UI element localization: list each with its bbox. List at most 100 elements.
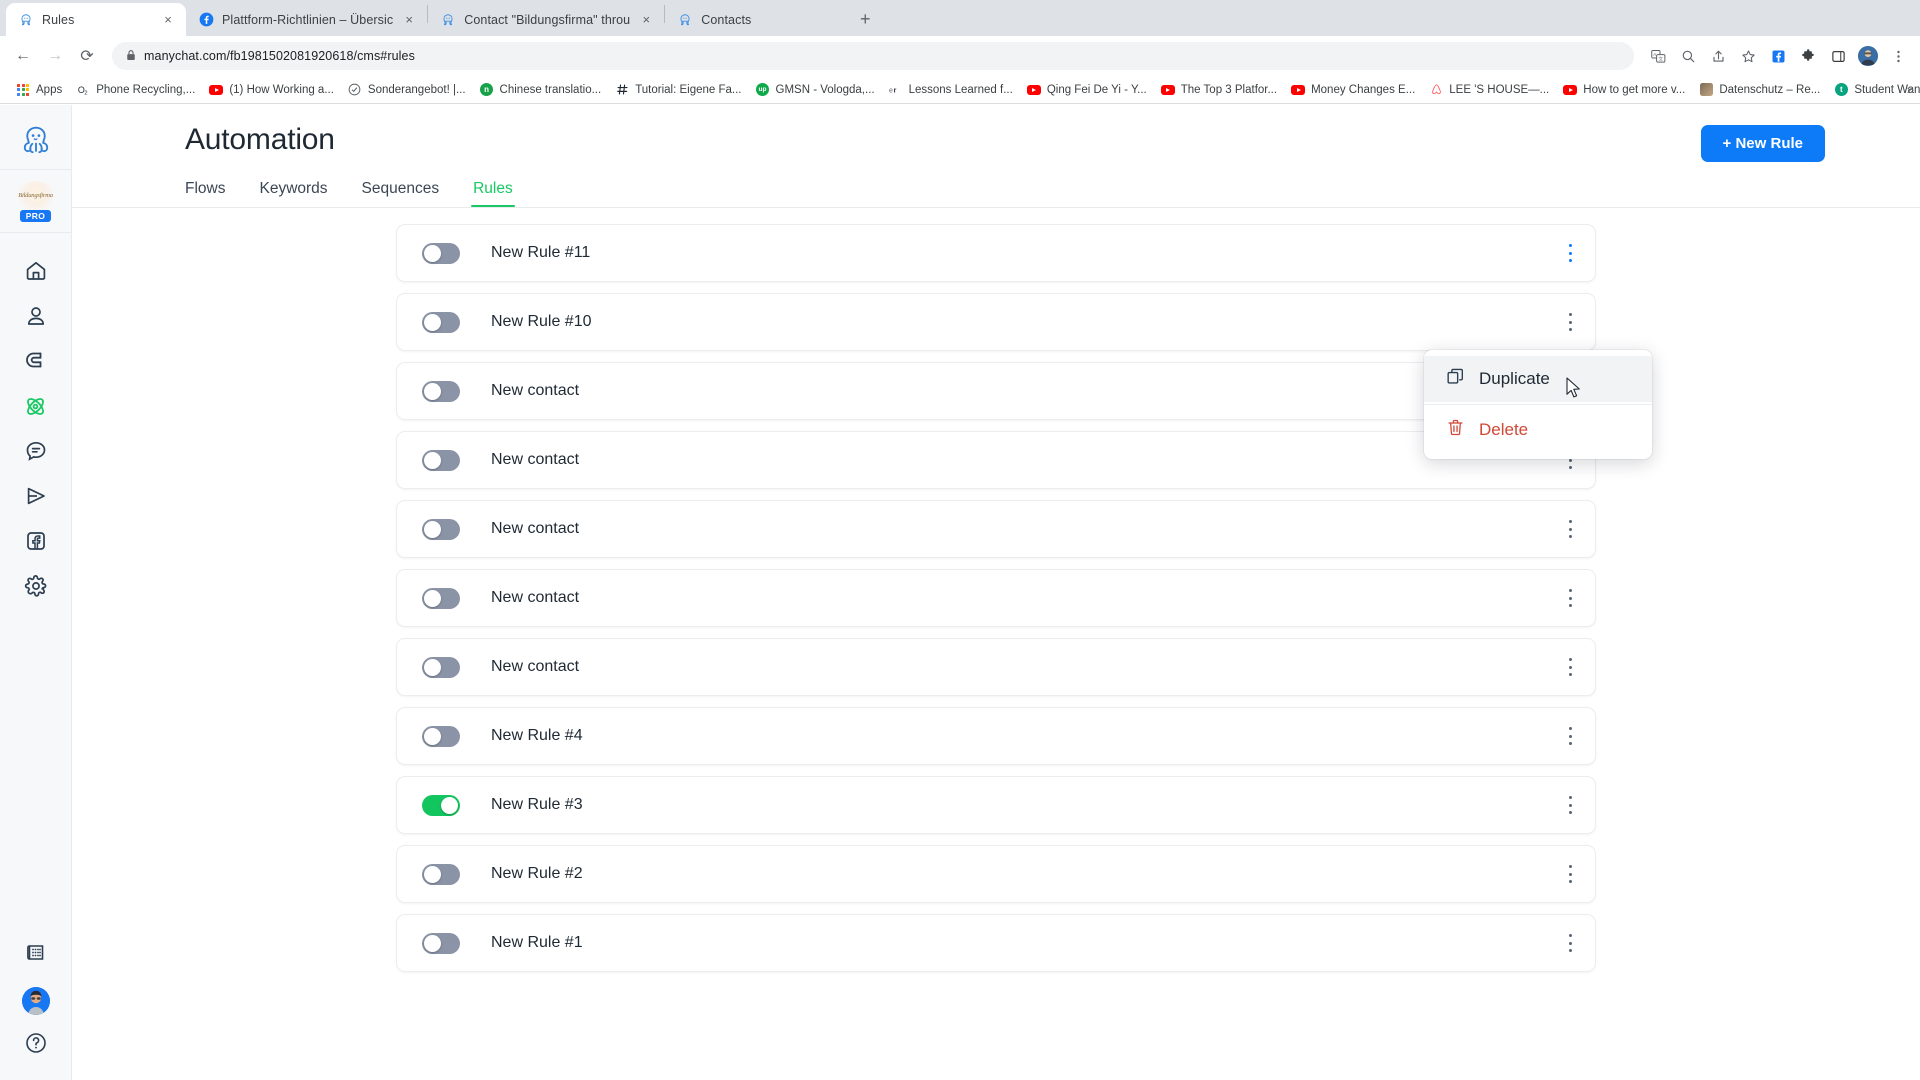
bookmark-datenschutz[interactable]: Datenschutz – Re... <box>1692 80 1827 100</box>
sidebar-item-settings[interactable] <box>0 566 72 611</box>
forward-icon[interactable]: → <box>40 41 70 71</box>
table-row[interactable]: New contact <box>396 431 1596 489</box>
rule-toggle[interactable] <box>422 725 460 747</box>
rule-toggle[interactable] <box>422 794 460 816</box>
rule-menu-icon[interactable] <box>1562 794 1578 816</box>
bookmark-apps[interactable]: Apps <box>9 80 69 100</box>
chrome-menu-icon[interactable] <box>1884 42 1912 70</box>
toggle-knob <box>424 727 441 745</box>
bookmark-money-changes[interactable]: Money Changes E... <box>1284 80 1422 100</box>
rule-menu-icon[interactable] <box>1562 518 1578 540</box>
reload-icon[interactable]: ⟳ <box>72 41 102 71</box>
back-icon[interactable]: ← <box>8 41 38 71</box>
bookmark-how-to-get-more-views[interactable]: How to get more v... <box>1556 80 1692 100</box>
sidebar-item-broadcasting[interactable] <box>0 476 72 521</box>
rule-menu-icon[interactable] <box>1562 311 1578 333</box>
rule-toggle[interactable] <box>422 311 460 333</box>
rule-toggle[interactable] <box>422 656 460 678</box>
table-row[interactable]: New Rule #10 <box>396 293 1596 351</box>
new-tab-button[interactable]: + <box>851 5 879 33</box>
rule-toggle[interactable] <box>422 863 460 885</box>
tab-title: Contacts <box>701 12 752 27</box>
tab-flows[interactable]: Flows <box>185 180 225 207</box>
rule-toggle[interactable] <box>422 932 460 954</box>
table-row[interactable]: New Rule #1 <box>396 914 1596 972</box>
rule-menu-icon[interactable] <box>1562 242 1578 264</box>
tab-sequences[interactable]: Sequences <box>362 180 440 207</box>
sidebar-item-live-chat[interactable] <box>0 431 72 476</box>
context-menu-delete[interactable]: Delete <box>1424 407 1652 453</box>
bookmark-top-3-platforms[interactable]: The Top 3 Platfor... <box>1154 80 1284 100</box>
table-row[interactable]: New Rule #11 <box>396 224 1596 282</box>
sidebar-account-pro[interactable]: Bildungsfirma PRO <box>0 170 72 232</box>
sidebar-item-growth-tools[interactable] <box>0 341 72 386</box>
tab-rules[interactable]: Rules <box>471 180 515 207</box>
share-icon[interactable] <box>1704 42 1732 70</box>
bookmark-lees-house[interactable]: LEE 'S HOUSE—... <box>1422 80 1556 100</box>
browser-tab-rules[interactable]: Rules × <box>6 3 186 36</box>
table-row[interactable]: New contact <box>396 362 1596 420</box>
bookmark-tutorial-eigene-fa[interactable]: Tutorial: Eigene Fa... <box>608 80 748 100</box>
rule-toggle[interactable] <box>422 518 460 540</box>
search-icon[interactable] <box>1674 42 1702 70</box>
rule-menu-icon[interactable] <box>1562 587 1578 609</box>
bookmark-lessons-learned[interactable]: er Lessons Learned f... <box>882 80 1020 100</box>
rule-toggle[interactable] <box>422 449 460 471</box>
browser-tab-contacts[interactable]: Contacts <box>665 3 845 36</box>
manychat-octopus-logo[interactable] <box>0 113 72 169</box>
table-row[interactable]: New Rule #3 <box>396 776 1596 834</box>
rule-toggle[interactable] <box>422 242 460 264</box>
context-menu-duplicate[interactable]: Duplicate <box>1424 356 1652 402</box>
bookmark-qing-fei-de-yi[interactable]: Qing Fei De Yi - Y... <box>1020 80 1154 100</box>
browser-tab-contact-bildungsfirma[interactable]: Contact "Bildungsfirma" throu × <box>428 3 664 36</box>
bookmark-gmsn-vologda[interactable]: up GMSN - Vologda,... <box>749 80 882 100</box>
sidebar-divider <box>0 232 72 233</box>
bookmark-label: Sonderangebot! |... <box>367 83 466 96</box>
rule-toggle[interactable] <box>422 380 460 402</box>
manychat-icon <box>677 12 693 28</box>
rule-menu-icon[interactable] <box>1562 656 1578 678</box>
bookmark-how-working[interactable]: (1) How Working a... <box>202 80 341 100</box>
browser-tab-plattform-richtlinien[interactable]: Plattform-Richtlinien – Übersic × <box>186 3 427 36</box>
table-row[interactable]: New contact <box>396 638 1596 696</box>
table-row[interactable]: New Rule #4 <box>396 707 1596 765</box>
bookmark-sonderangebot[interactable]: Sonderangebot! |... <box>341 80 473 100</box>
toggle-knob <box>424 451 441 469</box>
bookmark-chinese-translation[interactable]: n Chinese translatio... <box>473 80 609 100</box>
tab-keywords[interactable]: Keywords <box>259 180 327 207</box>
toggle-knob <box>424 520 441 538</box>
bookmarks-overflow-icon[interactable]: » <box>1907 82 1914 97</box>
toggle-knob <box>424 382 441 400</box>
sidebar-item-templates[interactable] <box>0 933 72 978</box>
new-rule-button[interactable]: + New Rule <box>1700 125 1825 162</box>
photo-icon <box>1699 83 1713 97</box>
sidebar-item-facebook-settings[interactable] <box>0 521 72 566</box>
tab-close-icon[interactable]: × <box>160 12 176 28</box>
table-row[interactable]: New Rule #2 <box>396 845 1596 903</box>
rule-menu-icon[interactable] <box>1562 932 1578 954</box>
rule-menu-icon[interactable] <box>1562 863 1578 885</box>
sidepanel-icon[interactable] <box>1824 42 1852 70</box>
tab-close-icon[interactable]: × <box>401 12 417 28</box>
bookmark-label: How to get more v... <box>1583 83 1686 96</box>
bookmark-phone-recycling[interactable]: O2 Phone Recycling,... <box>69 80 202 100</box>
sidebar-item-automation[interactable] <box>0 386 72 431</box>
profile-avatar-icon[interactable] <box>1854 42 1882 70</box>
browser-window: Rules × Plattform-Richtlinien – Übersic … <box>0 0 1920 1080</box>
rule-menu-icon[interactable] <box>1562 725 1578 747</box>
sidebar-item-user-avatar[interactable] <box>0 978 72 1023</box>
extensions-puzzle-icon[interactable] <box>1794 42 1822 70</box>
tab-close-icon[interactable]: × <box>638 12 654 28</box>
sidebar-item-help[interactable] <box>0 1023 72 1068</box>
table-row[interactable]: New contact <box>396 569 1596 627</box>
rule-name: New contact <box>491 589 580 606</box>
sidebar-item-home[interactable] <box>0 251 72 296</box>
facebook-extension-icon[interactable] <box>1764 42 1792 70</box>
sidebar-item-audience[interactable] <box>0 296 72 341</box>
rule-toggle[interactable] <box>422 587 460 609</box>
address-bar[interactable]: manychat.com/fb1981502081920618/cms#rule… <box>112 42 1634 70</box>
bookmark-star-icon[interactable] <box>1734 42 1762 70</box>
translate-icon[interactable]: A文 <box>1644 42 1672 70</box>
account-avatar: Bildungsfirma <box>15 180 56 211</box>
table-row[interactable]: New contact <box>396 500 1596 558</box>
